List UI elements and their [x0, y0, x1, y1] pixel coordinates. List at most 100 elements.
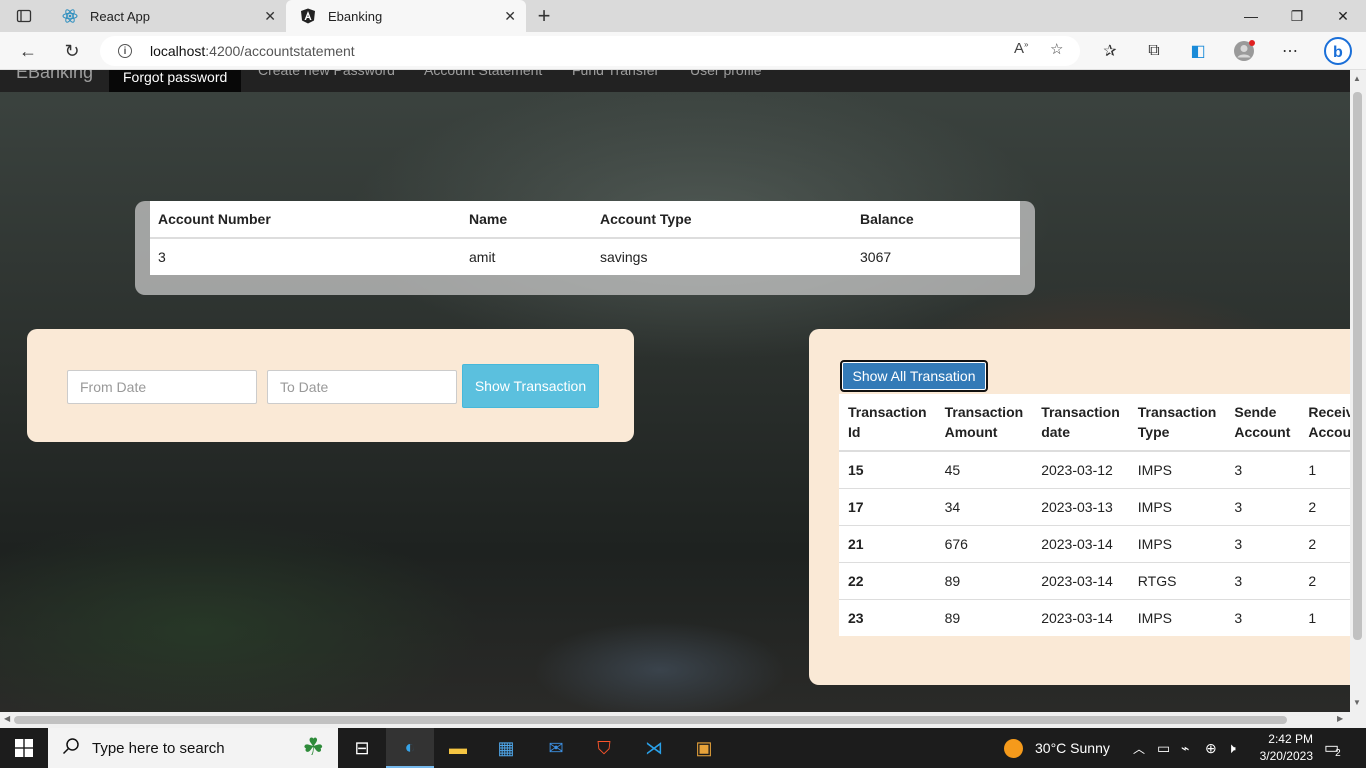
- browser-tab-bar: React App ✕ Ebanking ✕ + — ❐ ✕: [0, 0, 1366, 32]
- system-clock[interactable]: 2:42 PM 3/20/2023: [1255, 731, 1313, 765]
- scroll-down-icon[interactable]: ▼: [1353, 698, 1361, 707]
- transaction-amount: 45: [935, 450, 1033, 488]
- angular-icon: [300, 8, 316, 24]
- tab-ebanking[interactable]: Ebanking ✕: [286, 0, 526, 32]
- notification-center-icon[interactable]: ▭ 2: [1324, 728, 1341, 768]
- receiver-account: 2: [1299, 487, 1350, 525]
- xampp-icon[interactable]: ▣: [680, 728, 728, 768]
- windows-start-icon[interactable]: [0, 728, 48, 768]
- read-aloud-icon[interactable]: A»: [1014, 40, 1028, 57]
- tab-actions-icon[interactable]: [4, 0, 44, 32]
- nav-create-password[interactable]: Create new Password: [258, 70, 395, 78]
- brave-browser-icon[interactable]: ⛉: [580, 728, 628, 768]
- restore-icon[interactable]: ❐: [1274, 0, 1320, 32]
- header-line: Accoun: [1308, 424, 1350, 440]
- nav-fund-transfer[interactable]: Fund Transfer: [572, 70, 659, 78]
- close-tab-icon[interactable]: ✕: [264, 8, 276, 25]
- collections-icon[interactable]: ⧉: [1140, 38, 1168, 64]
- header-line: Amount: [944, 424, 998, 440]
- from-date-input[interactable]: [67, 370, 257, 404]
- weather-widget[interactable]: 30°C Sunny: [1004, 728, 1110, 768]
- search-placeholder: Type here to search: [92, 739, 225, 757]
- new-tab-button[interactable]: +: [530, 2, 558, 30]
- add-favorite-icon[interactable]: ☆: [1050, 40, 1063, 58]
- sender-account: 3: [1225, 450, 1300, 488]
- tab-title: React App: [90, 8, 150, 24]
- scrollbar-corner: [1350, 712, 1366, 728]
- column-header: Transaction Id: [839, 394, 936, 452]
- back-arrow-icon[interactable]: ←: [12, 36, 44, 66]
- address-bar[interactable]: i localhost:4200/accountstatement: [100, 36, 1080, 66]
- weather-text: 30°C Sunny: [1035, 740, 1110, 756]
- table-header-row: Transaction Id Transaction Amount Transact…: [839, 394, 1350, 452]
- nav-account-statement[interactable]: Account Statement: [424, 70, 542, 78]
- horizontal-scrollbar[interactable]: ◀ ▶: [0, 712, 1350, 728]
- network-icon[interactable]: ⊕: [1205, 728, 1217, 768]
- column-header: Account Type: [592, 201, 852, 239]
- react-icon: [62, 8, 78, 24]
- refresh-icon[interactable]: ↻: [56, 36, 88, 66]
- taskbar-search[interactable]: Type here to search ☘: [48, 728, 338, 768]
- volume-muted-icon[interactable]: 🕨: [1227, 728, 1236, 768]
- show-transaction-button[interactable]: Show Transaction: [462, 364, 599, 408]
- app-navbar: EBanking Forgot password Create new Pass…: [0, 70, 1350, 92]
- task-view-icon[interactable]: ⊟: [338, 728, 386, 768]
- scroll-left-icon[interactable]: ◀: [4, 714, 10, 723]
- transaction-type: IMPS: [1128, 598, 1226, 636]
- transaction-amount: 89: [935, 561, 1033, 599]
- to-date-input[interactable]: [267, 370, 457, 404]
- bing-chat-icon[interactable]: b: [1322, 37, 1354, 65]
- nav-forgot-password[interactable]: Forgot password: [109, 70, 242, 92]
- tab-react-app[interactable]: React App ✕: [48, 0, 286, 32]
- column-header: Name: [461, 201, 592, 239]
- sender-account: 3: [1225, 598, 1300, 636]
- edge-extension-icon[interactable]: ◧: [1184, 38, 1212, 64]
- tab-title: Ebanking: [328, 8, 383, 24]
- transaction-date: 2023-03-13: [1032, 487, 1129, 525]
- meet-now-icon[interactable]: ▭: [1157, 728, 1170, 768]
- account-balance: 3067: [860, 249, 892, 265]
- transaction-id: 23: [839, 598, 936, 636]
- search-icon: [62, 737, 80, 760]
- header-line: Transaction: [944, 404, 1024, 420]
- file-explorer-icon[interactable]: ▬: [434, 728, 482, 768]
- show-hidden-icons[interactable]: ︿: [1133, 728, 1145, 768]
- close-window-icon[interactable]: ✕: [1320, 0, 1366, 32]
- nav-user-profile[interactable]: User profile: [690, 70, 762, 78]
- column-header: Balance: [852, 201, 1020, 239]
- scrollbar-thumb[interactable]: [14, 716, 1287, 724]
- transaction-type: IMPS: [1128, 524, 1226, 562]
- transaction-date: 2023-03-14: [1032, 524, 1129, 562]
- minimize-icon[interactable]: —: [1228, 0, 1274, 32]
- url-path: :4200/accountstatement: [205, 43, 355, 59]
- transaction-id: 15: [839, 450, 936, 488]
- navbar-brand[interactable]: EBanking: [16, 70, 93, 83]
- svg-text:b: b: [1333, 44, 1343, 61]
- site-info-icon[interactable]: i: [118, 44, 132, 58]
- account-number: 3: [158, 249, 166, 265]
- table-row: 15 45 2023-03-12 IMPS 3 1: [839, 450, 1350, 488]
- vscode-icon[interactable]: ⋊: [630, 728, 678, 768]
- column-header: Receive Accoun: [1299, 394, 1350, 452]
- sun-icon: [1004, 738, 1023, 758]
- show-all-transactions-button[interactable]: Show All Transation: [840, 360, 988, 392]
- clock-date: 3/20/2023: [1259, 749, 1313, 763]
- mail-icon[interactable]: ✉: [532, 728, 580, 768]
- edge-browser-icon[interactable]: ◐: [386, 728, 434, 768]
- scrollbar-thumb[interactable]: [1353, 92, 1362, 640]
- column-header: Sende Account: [1225, 394, 1300, 452]
- sender-account: 3: [1225, 524, 1300, 562]
- scroll-up-icon[interactable]: ▲: [1353, 74, 1361, 83]
- favorites-icon[interactable]: ✰: [1096, 38, 1124, 64]
- header-line: Transaction: [848, 404, 927, 420]
- transaction-id: 21: [839, 524, 936, 562]
- transaction-date: 2023-03-12: [1032, 450, 1129, 488]
- more-options-icon[interactable]: ⋯: [1276, 38, 1304, 64]
- scroll-right-icon[interactable]: ▶: [1337, 714, 1343, 723]
- profile-avatar[interactable]: [1230, 38, 1258, 64]
- microsoft-store-icon[interactable]: ▦: [482, 728, 530, 768]
- close-tab-icon[interactable]: ✕: [504, 8, 516, 25]
- battery-icon[interactable]: ⌁: [1181, 728, 1189, 768]
- transaction-amount: 34: [935, 487, 1033, 525]
- vertical-scrollbar[interactable]: ▲ ▼: [1350, 70, 1366, 712]
